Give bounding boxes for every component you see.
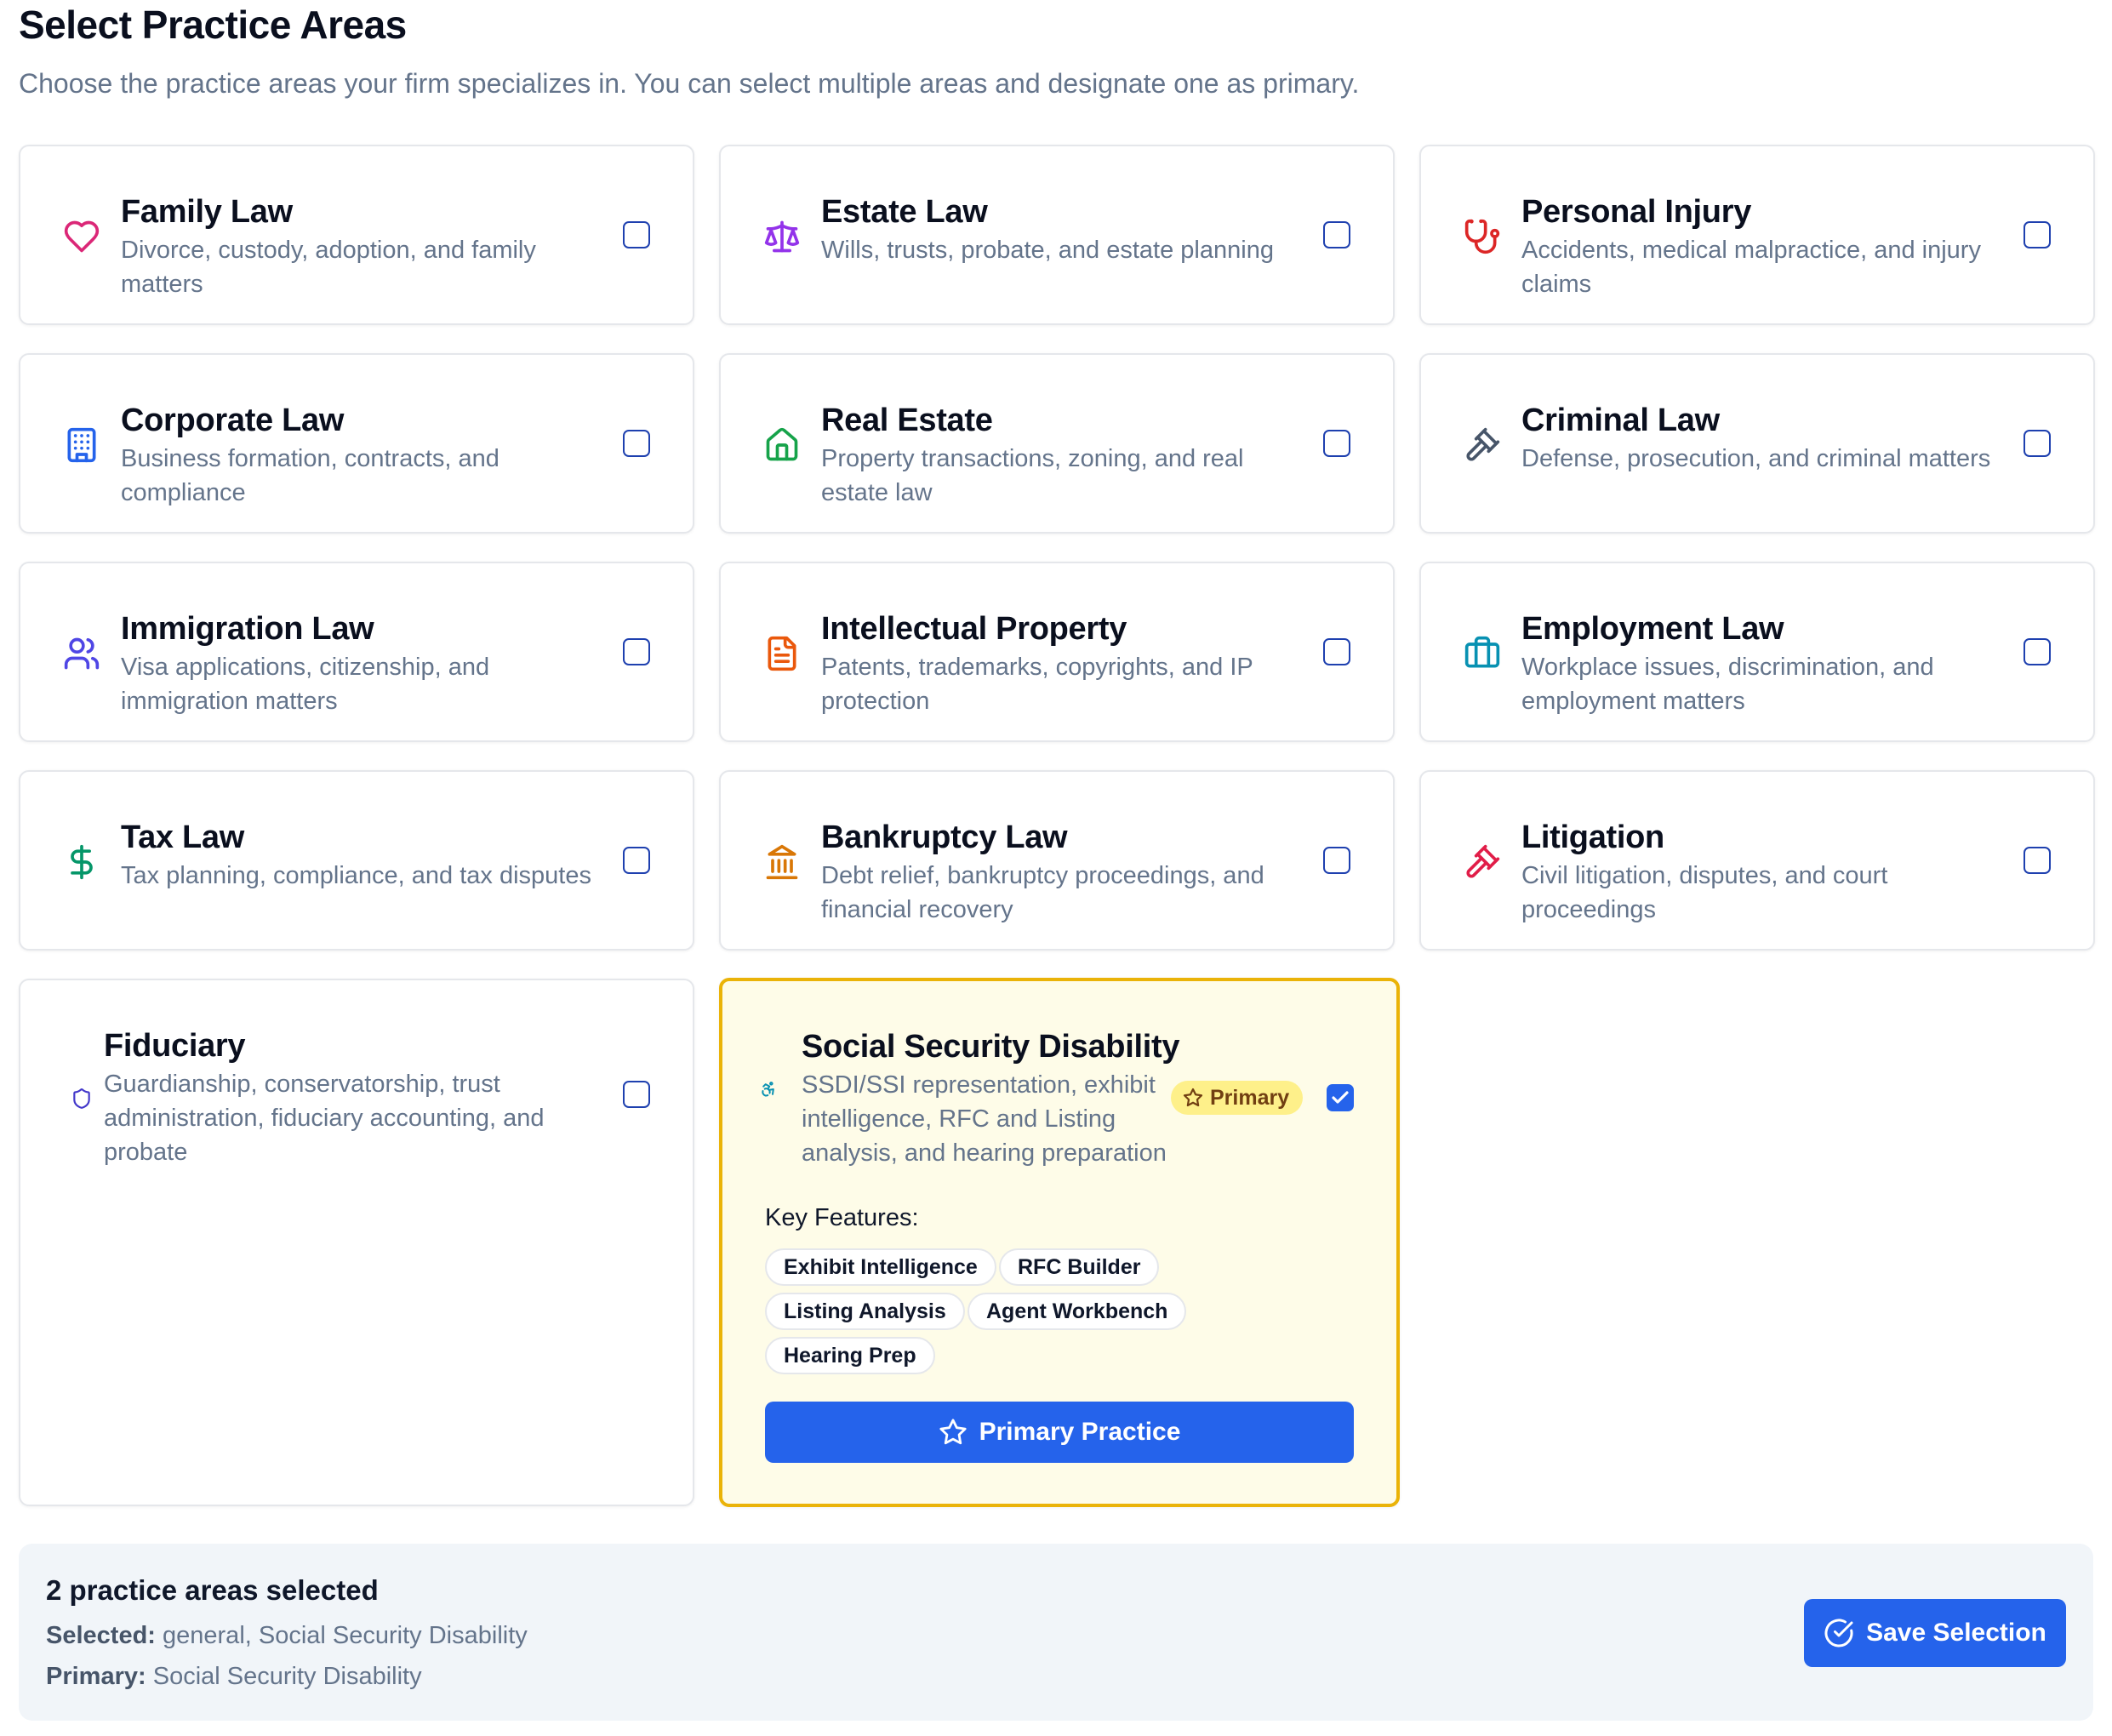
- feature-chip: Hearing Prep: [765, 1337, 935, 1374]
- feature-chip: Exhibit Intelligence: [765, 1248, 996, 1286]
- practice-card-description: Defense, prosecution, and criminal matte…: [1521, 445, 1991, 472]
- file-text-icon: [762, 633, 802, 674]
- primary-practice-label: Primary Practice: [979, 1418, 1181, 1446]
- check-circle-icon: [1824, 1619, 1853, 1647]
- selected-summary: Selected: general, Social Security Disab…: [46, 1622, 528, 1650]
- practice-card-title: Litigation: [1521, 819, 1664, 855]
- practice-checkbox[interactable]: [2024, 638, 2051, 665]
- practice-card-tax-law[interactable]: Tax Law Tax planning, compliance, and tax…: [19, 770, 694, 951]
- selected-label: Selected:: [46, 1622, 156, 1649]
- selection-summary: 2 practice areas selected Selected: gene…: [19, 1544, 2093, 1721]
- practice-card-family-law[interactable]: Family Law Divorce, custody, adoption, an…: [19, 145, 694, 325]
- practice-card-immigration-law[interactable]: Immigration Law Visa applications, citize…: [19, 562, 694, 742]
- key-features-label: Key Features:: [765, 1204, 919, 1231]
- gavel-icon: [1462, 842, 1503, 882]
- shield-icon: [61, 1078, 102, 1119]
- practice-card-title: Bankruptcy Law: [821, 819, 1068, 855]
- users-icon: [61, 633, 102, 674]
- practice-checkbox[interactable]: [1323, 430, 1350, 457]
- practice-card-title: Social Security Disability: [802, 1029, 1180, 1065]
- practice-checkbox[interactable]: [623, 1081, 650, 1108]
- primary-badge-label: Primary: [1210, 1085, 1290, 1110]
- practice-checkbox[interactable]: [1323, 221, 1350, 248]
- practice-card-title: Real Estate: [821, 403, 993, 438]
- save-selection-button[interactable]: Save Selection: [1804, 1599, 2066, 1667]
- star-icon: [939, 1419, 967, 1445]
- practice-card-description: Civil litigation, disputes, and court pr…: [1521, 862, 1888, 923]
- practice-card-personal-injury[interactable]: Personal Injury Accidents, medical malpra…: [1419, 145, 2095, 325]
- practice-card-description: Wills, trusts, probate, and estate plann…: [821, 237, 1274, 264]
- save-selection-label: Save Selection: [1866, 1619, 2046, 1647]
- practice-card-title: Personal Injury: [1521, 194, 1752, 230]
- practice-card-social-security-disability[interactable]: Social Security Disability SSDI/SSI repr…: [719, 978, 1400, 1507]
- practice-card-employment-law[interactable]: Employment Law Workplace issues, discrimi…: [1419, 562, 2095, 742]
- practice-card-title: Intellectual Property: [821, 611, 1127, 647]
- practice-card-title: Family Law: [121, 194, 293, 230]
- home-icon: [762, 425, 802, 465]
- practice-card-corporate-law[interactable]: Corporate Law Business formation, contrac…: [19, 353, 694, 534]
- scale-icon: [762, 216, 802, 257]
- practice-card-description: Business formation, contracts, and compl…: [121, 445, 499, 506]
- briefcase-icon: [1462, 633, 1503, 674]
- page-title: Select Practice Areas: [19, 3, 407, 47]
- practice-card-bankruptcy-law[interactable]: Bankruptcy Law Debt relief, bankruptcy pr…: [719, 770, 1395, 951]
- check-icon: [1332, 1091, 1349, 1104]
- practice-card-criminal-law[interactable]: Criminal Law Defense, prosecution, and cr…: [1419, 353, 2095, 534]
- star-icon: [1183, 1088, 1203, 1107]
- practice-card-description: SSDI/SSI representation, exhibit intelli…: [802, 1071, 1167, 1167]
- practice-card-litigation[interactable]: Litigation Civil litigation, disputes, an…: [1419, 770, 2095, 951]
- practice-checkbox[interactable]: [623, 638, 650, 665]
- practice-card-title: Corporate Law: [121, 403, 345, 438]
- practice-checkbox[interactable]: [1327, 1084, 1354, 1111]
- practice-checkbox[interactable]: [2024, 430, 2051, 457]
- practice-card-description: Property transactions, zoning, and real …: [821, 445, 1244, 506]
- practice-card-estate-law[interactable]: Estate Law Wills, trusts, probate, and es…: [719, 145, 1395, 325]
- practice-checkbox[interactable]: [623, 847, 650, 874]
- selected-value: general, Social Security Disability: [163, 1622, 528, 1649]
- practice-card-title: Fiduciary: [104, 1028, 246, 1064]
- dollar-icon: [61, 842, 102, 882]
- primary-value: Social Security Disability: [152, 1663, 422, 1690]
- practice-checkbox[interactable]: [2024, 847, 2051, 874]
- stethoscope-icon: [1462, 216, 1503, 257]
- practice-card-description: Patents, trademarks, copyrights, and IP …: [821, 654, 1253, 715]
- practice-card-intellectual-property[interactable]: Intellectual Property Patents, trademarks…: [719, 562, 1395, 742]
- practice-card-title: Criminal Law: [1521, 403, 1720, 438]
- feature-chip: Listing Analysis: [765, 1293, 965, 1330]
- selection-count: 2 practice areas selected: [46, 1574, 379, 1606]
- primary-summary: Primary: Social Security Disability: [46, 1663, 422, 1691]
- bank-icon: [762, 842, 802, 882]
- practice-checkbox[interactable]: [1323, 638, 1350, 665]
- feature-chip: Agent Workbench: [968, 1293, 1187, 1330]
- practice-card-description: Guardianship, conservatorship, trust adm…: [104, 1071, 545, 1166]
- primary-practice-button[interactable]: Primary Practice: [765, 1402, 1354, 1463]
- accessibility-icon: [758, 1079, 779, 1099]
- practice-card-description: Visa applications, citizenship, and immi…: [121, 654, 490, 715]
- building-icon: [61, 425, 102, 465]
- page-subtitle: Choose the practice areas your firm spec…: [19, 68, 1360, 99]
- heart-icon: [61, 216, 102, 257]
- feature-chip: RFC Builder: [999, 1248, 1160, 1286]
- primary-badge: Primary: [1171, 1081, 1304, 1115]
- practice-card-description: Divorce, custody, adoption, and family m…: [121, 237, 536, 298]
- practice-card-fiduciary[interactable]: Fiduciary Guardianship, conservatorship, …: [19, 979, 694, 1506]
- practice-card-real-estate[interactable]: Real Estate Property transactions, zoning…: [719, 353, 1395, 534]
- practice-card-title: Estate Law: [821, 194, 988, 230]
- practice-checkbox[interactable]: [623, 430, 650, 457]
- practice-card-description: Debt relief, bankruptcy proceedings, and…: [821, 862, 1264, 923]
- practice-card-title: Immigration Law: [121, 611, 374, 647]
- primary-label: Primary:: [46, 1663, 146, 1690]
- practice-checkbox[interactable]: [1323, 847, 1350, 874]
- practice-card-title: Tax Law: [121, 819, 245, 855]
- practice-card-description: Accidents, medical malpractice, and inju…: [1521, 237, 1981, 298]
- practice-card-title: Employment Law: [1521, 611, 1784, 647]
- practice-card-description: Tax planning, compliance, and tax disput…: [121, 862, 591, 889]
- practice-card-description: Workplace issues, discrimination, and em…: [1521, 654, 1934, 715]
- gavel-icon: [1462, 425, 1503, 465]
- practice-checkbox[interactable]: [2024, 221, 2051, 248]
- practice-checkbox[interactable]: [623, 221, 650, 248]
